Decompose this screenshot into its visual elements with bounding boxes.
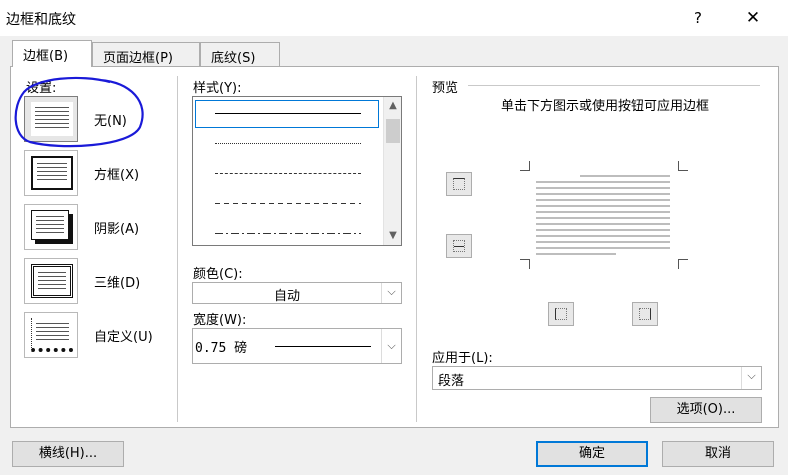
style-option-dash-dot[interactable] <box>215 233 361 234</box>
width-label: 宽度(W): <box>193 313 247 328</box>
preview-hint: 单击下方图示或使用按钮可应用边框 <box>500 99 709 114</box>
inside-border-button[interactable] <box>446 234 472 258</box>
chevron-down-icon[interactable] <box>741 367 761 389</box>
chevron-down-icon[interactable] <box>381 329 401 363</box>
preview-text-line <box>536 193 670 195</box>
cancel-button[interactable]: 取消 <box>662 441 774 467</box>
setting-3d-icon[interactable] <box>24 258 78 304</box>
scroll-down-icon[interactable]: ▼ <box>384 230 402 241</box>
preview-text-line <box>536 217 670 219</box>
width-select[interactable]: 0.75 磅 <box>192 328 402 364</box>
scroll-up-icon[interactable]: ▲ <box>384 100 402 111</box>
options-button[interactable]: 选项(O)... <box>650 397 762 423</box>
preview-text-line <box>536 199 670 201</box>
color-value: 自动 <box>273 289 300 304</box>
preview-text-line <box>536 181 670 183</box>
close-button[interactable]: ✕ <box>738 4 768 32</box>
style-list[interactable]: ▲ ▼ <box>192 96 402 246</box>
style-option-selected[interactable] <box>195 100 379 128</box>
border-inside-icon <box>453 240 465 252</box>
apply-to-label: 应用于(L): <box>432 351 493 366</box>
corner-mark <box>520 161 530 171</box>
preview-text-line <box>536 223 670 225</box>
setting-box-label[interactable]: 方框(X) <box>94 164 139 183</box>
preview-text-line <box>536 241 670 243</box>
help-button[interactable]: ? <box>686 6 710 30</box>
apply-to-value: 段落 <box>438 374 465 389</box>
preview-text-line <box>536 247 670 249</box>
preview-text-line <box>536 187 670 189</box>
color-select[interactable]: 自动 <box>192 282 402 304</box>
title-bar <box>0 0 788 36</box>
setting-shadow-label[interactable]: 阴影(A) <box>94 218 139 237</box>
preview-diagram[interactable] <box>520 161 688 269</box>
style-heading: 样式(Y): <box>193 81 242 96</box>
separator-right <box>416 76 417 422</box>
right-border-button[interactable] <box>632 302 658 326</box>
tab-borders[interactable]: 边框(B) <box>12 40 92 67</box>
separator-left <box>177 76 178 422</box>
preview-text-line <box>536 211 670 213</box>
border-top-icon <box>453 178 465 190</box>
width-line-sample <box>275 346 371 347</box>
border-right-icon <box>639 308 651 320</box>
horizontal-line-button[interactable]: 横线(H)... <box>12 441 124 467</box>
setting-custom-label[interactable]: 自定义(U) <box>94 326 153 345</box>
border-left-icon <box>555 308 567 320</box>
left-border-button[interactable] <box>548 302 574 326</box>
setting-box-icon[interactable] <box>24 150 78 196</box>
style-option-dotted[interactable] <box>215 143 361 144</box>
preview-text-line <box>580 175 670 177</box>
annotation-circle <box>14 76 144 148</box>
preview-text-line <box>536 253 616 255</box>
corner-mark <box>678 161 688 171</box>
top-border-button[interactable] <box>446 172 472 196</box>
dialog-title: 边框和底纹 <box>6 12 76 28</box>
apply-to-select[interactable]: 段落 <box>432 366 762 390</box>
color-label: 颜色(C): <box>193 267 243 282</box>
preview-text-line <box>536 229 670 231</box>
tab-shading[interactable]: 底纹(S) <box>200 42 280 66</box>
tab-page-border[interactable]: 页面边框(P) <box>92 42 200 66</box>
scroll-thumb[interactable] <box>386 119 400 143</box>
chevron-down-icon[interactable] <box>381 283 401 303</box>
preview-text-line <box>536 205 670 207</box>
style-option-solid[interactable] <box>215 113 361 114</box>
style-option-dash-small[interactable] <box>215 173 361 174</box>
ok-button[interactable]: 确定 <box>536 441 648 467</box>
preview-text-line <box>536 235 670 237</box>
width-value: 0.75 磅 <box>195 341 248 356</box>
corner-mark <box>520 259 530 269</box>
setting-custom-icon[interactable] <box>24 312 78 358</box>
style-option-dashed[interactable] <box>215 203 361 204</box>
style-scrollbar[interactable]: ▲ ▼ <box>383 97 401 245</box>
setting-shadow-icon[interactable] <box>24 204 78 250</box>
preview-rule <box>468 85 760 86</box>
setting-3d-label[interactable]: 三维(D) <box>94 272 140 291</box>
preview-heading: 预览 <box>432 81 459 96</box>
corner-mark <box>678 259 688 269</box>
